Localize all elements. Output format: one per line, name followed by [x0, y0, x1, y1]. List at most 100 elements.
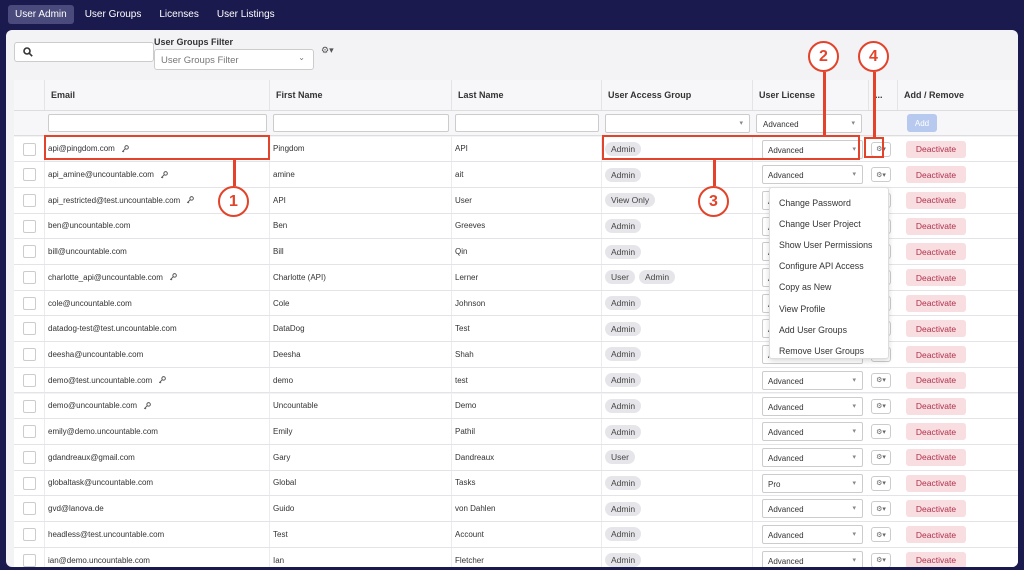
header-email[interactable]: Email	[45, 80, 270, 110]
deactivate-button[interactable]: Deactivate	[906, 243, 966, 261]
deactivate-button[interactable]: Deactivate	[906, 371, 966, 389]
access-group-cell[interactable]: Admin	[602, 162, 753, 187]
row-checkbox[interactable]	[23, 399, 36, 413]
deactivate-button[interactable]: Deactivate	[906, 423, 966, 441]
menu-item[interactable]: View Profile	[770, 298, 888, 319]
access-group-cell[interactable]: Admin	[602, 367, 753, 393]
row-checkbox[interactable]	[23, 425, 36, 439]
access-group-cell[interactable]: View Only	[602, 187, 753, 213]
row-actions-gear-button[interactable]: ⚙▾	[871, 398, 891, 414]
last-name-filter-input[interactable]	[455, 114, 599, 132]
deactivate-button[interactable]: Deactivate	[906, 551, 966, 567]
add-button[interactable]: Add	[907, 114, 937, 132]
header-last-name[interactable]: Last Name	[452, 80, 602, 110]
gear-icon[interactable]: ⚙▾	[321, 45, 334, 56]
row-checkbox[interactable]	[23, 450, 36, 464]
access-group-cell[interactable]: Admin	[602, 213, 753, 239]
row-checkbox[interactable]	[23, 348, 36, 362]
row-actions-gear-button[interactable]: ⚙▾	[871, 424, 891, 440]
row-actions-gear-button[interactable]: ⚙▾	[871, 449, 891, 465]
access-group-cell[interactable]: Admin	[602, 342, 753, 367]
access-group-filter-select[interactable]: ▾	[605, 114, 750, 133]
tab-user-groups[interactable]: User Groups	[78, 5, 149, 24]
table-row[interactable]: gdandreaux@gmail.com Gary Dandreaux User…	[14, 444, 1018, 471]
row-checkbox[interactable]	[23, 142, 36, 156]
row-checkbox[interactable]	[23, 168, 36, 182]
row-actions-gear-button[interactable]: ⚙▾	[871, 501, 891, 517]
license-select[interactable]: Advanced ▾	[762, 525, 863, 544]
access-group-cell[interactable]: User Admin	[602, 265, 753, 290]
access-group-cell[interactable]: Admin	[602, 496, 753, 521]
row-checkbox[interactable]	[23, 193, 36, 207]
access-group-cell[interactable]: Admin	[602, 522, 753, 547]
header-user-access-group[interactable]: User Access Group	[602, 80, 753, 110]
license-select[interactable]: Advanced ▾	[762, 396, 863, 416]
menu-item[interactable]: Change User Project	[770, 213, 888, 234]
row-actions-gear-button[interactable]: ⚙▾	[871, 372, 891, 388]
access-group-cell[interactable]: Admin	[602, 470, 753, 496]
user-groups-filter-select[interactable]: User Groups Filter ⌄	[154, 49, 314, 70]
license-select[interactable]: Advanced ▾	[762, 422, 863, 442]
access-group-cell[interactable]: Admin	[602, 419, 753, 444]
header-user-license[interactable]: User License	[753, 80, 869, 110]
first-name-filter-input[interactable]	[273, 114, 449, 132]
access-group-cell[interactable]: User	[602, 444, 753, 470]
license-select[interactable]: Advanced ▾	[762, 499, 863, 519]
access-group-cell[interactable]: Admin	[602, 316, 753, 342]
menu-item[interactable]: Change Password	[770, 192, 888, 213]
row-actions-gear-button[interactable]: ⚙▾	[871, 527, 891, 542]
menu-item[interactable]: Add User Groups	[770, 319, 888, 340]
row-checkbox[interactable]	[23, 322, 36, 336]
access-group-cell[interactable]: Admin	[602, 290, 753, 316]
access-group-cell[interactable]: Admin	[602, 239, 753, 264]
search-input[interactable]	[14, 42, 154, 62]
table-row[interactable]: headless@test.uncountable.com Test Accou…	[14, 522, 1018, 548]
header-first-name[interactable]: First Name	[270, 80, 452, 110]
menu-item[interactable]: Configure API Access	[770, 256, 888, 277]
deactivate-button[interactable]: Deactivate	[906, 474, 966, 492]
deactivate-button[interactable]: Deactivate	[906, 140, 966, 158]
access-group-cell[interactable]: Admin	[602, 393, 753, 419]
row-actions-gear-button[interactable]: ⚙▾	[871, 552, 891, 567]
tab-user-admin[interactable]: User Admin	[8, 5, 74, 24]
tab-licenses[interactable]: Licenses	[152, 5, 205, 24]
table-row[interactable]: demo@test.uncountable.com demo test Admi…	[14, 367, 1018, 394]
row-checkbox[interactable]	[23, 296, 36, 310]
deactivate-button[interactable]: Deactivate	[906, 500, 966, 518]
license-select[interactable]: Advanced ▾	[762, 370, 863, 390]
row-actions-gear-button[interactable]: ⚙▾	[871, 167, 891, 183]
deactivate-button[interactable]: Deactivate	[906, 397, 966, 415]
email-filter-input[interactable]	[48, 114, 267, 132]
row-checkbox[interactable]	[23, 476, 36, 490]
license-select[interactable]: Advanced ▾	[762, 550, 863, 567]
row-actions-gear-button[interactable]: ⚙▾	[871, 475, 891, 491]
deactivate-button[interactable]: Deactivate	[906, 294, 966, 312]
access-group-cell[interactable]: Admin	[602, 547, 753, 567]
row-checkbox[interactable]	[23, 271, 36, 284]
table-row[interactable]: ian@demo.uncountable.com Ian Fletcher Ad…	[14, 547, 1018, 567]
row-checkbox[interactable]	[23, 373, 36, 387]
row-checkbox[interactable]	[23, 528, 36, 541]
license-select[interactable]: Advanced ▾	[762, 447, 863, 467]
deactivate-button[interactable]: Deactivate	[906, 217, 966, 235]
menu-item[interactable]: Remove User Groups	[770, 340, 888, 361]
menu-item[interactable]: Show User Permissions	[770, 234, 888, 255]
row-checkbox[interactable]	[23, 553, 36, 567]
deactivate-button[interactable]: Deactivate	[906, 448, 966, 466]
table-row[interactable]: api_amine@uncountable.com amine ait Admi…	[14, 162, 1018, 188]
deactivate-button[interactable]: Deactivate	[906, 269, 966, 286]
row-checkbox[interactable]	[23, 219, 36, 233]
tab-user-listings[interactable]: User Listings	[210, 5, 282, 24]
menu-item[interactable]: Copy as New	[770, 277, 888, 298]
table-row[interactable]: gvd@lanova.de Guido von Dahlen Admin Adv…	[14, 496, 1018, 522]
table-row[interactable]: globaltask@uncountable.com Global Tasks …	[14, 470, 1018, 497]
deactivate-button[interactable]: Deactivate	[906, 320, 966, 338]
row-checkbox[interactable]	[23, 502, 36, 516]
license-select[interactable]: Pro ▾	[762, 473, 863, 493]
row-checkbox[interactable]	[23, 245, 36, 259]
table-row[interactable]: demo@uncountable.com Uncountable Demo Ad…	[14, 393, 1018, 420]
license-filter-select[interactable]: Advanced ▾	[756, 114, 862, 133]
deactivate-button[interactable]: Deactivate	[906, 191, 966, 209]
deactivate-button[interactable]: Deactivate	[906, 346, 966, 364]
deactivate-button[interactable]: Deactivate	[906, 166, 966, 184]
